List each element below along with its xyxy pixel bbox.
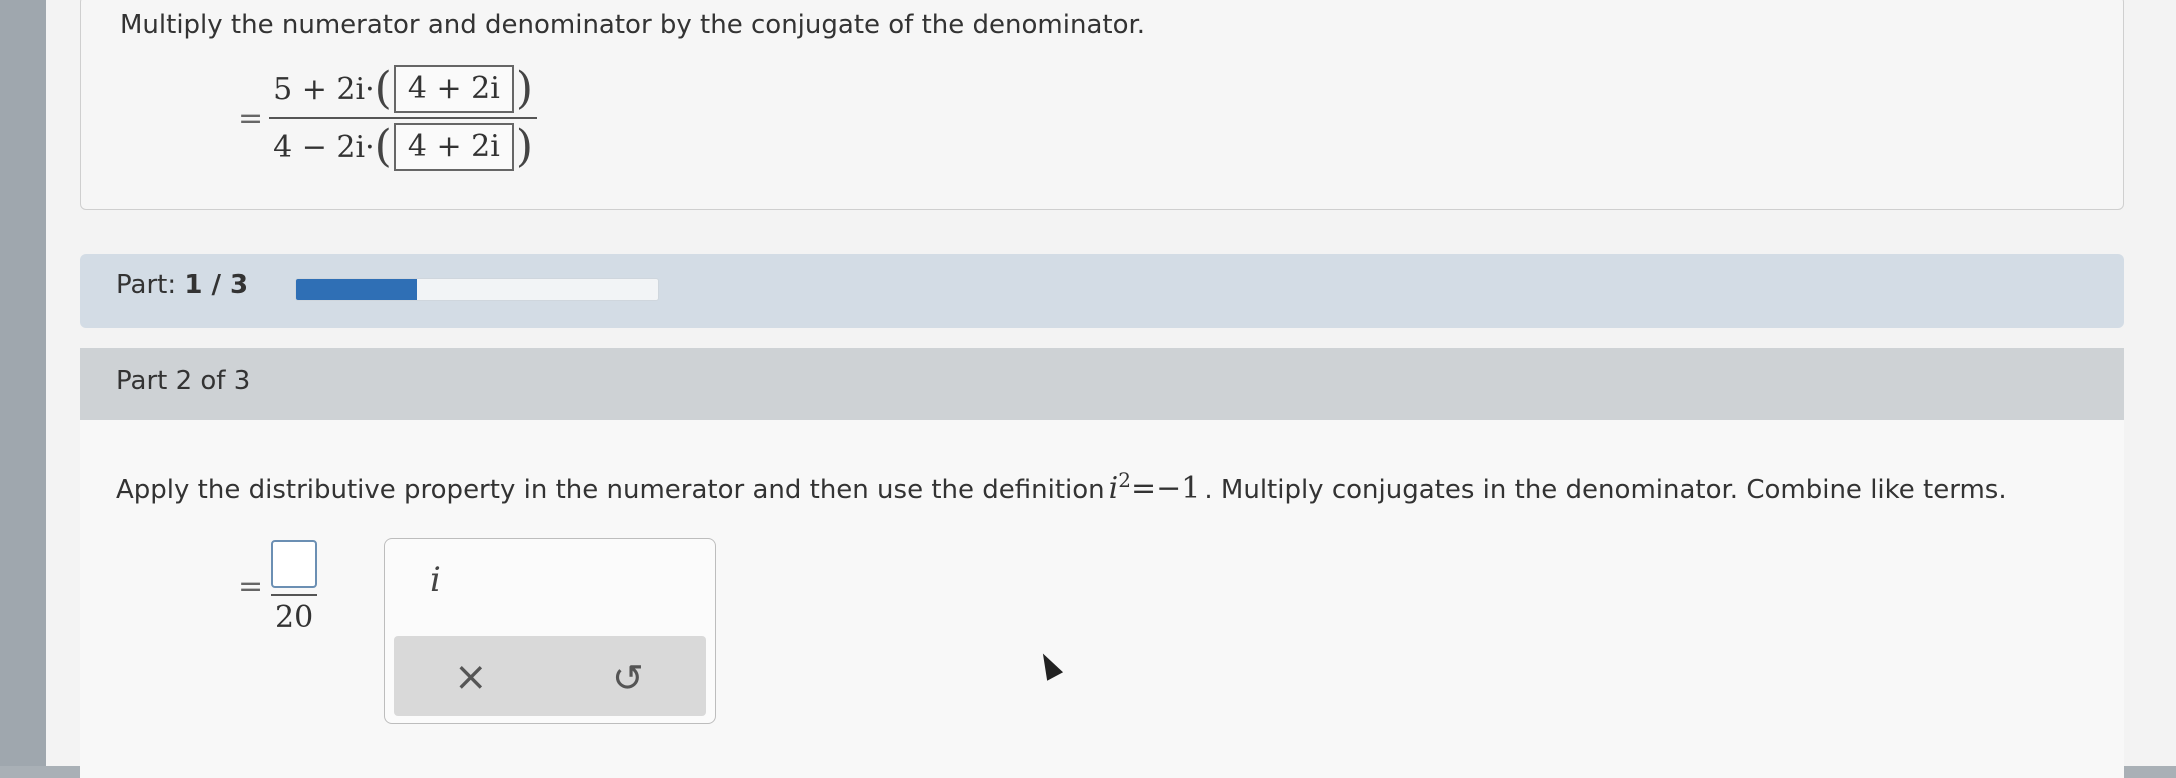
fraction-numerator: 5 + 2i· ( 4 + 2i ) [269, 65, 537, 113]
close-paren: ) [515, 63, 533, 114]
fraction-bar [269, 117, 537, 119]
open-paren: ( [374, 121, 392, 172]
fraction-denominator: 4 − 2i· ( 4 + 2i ) [269, 123, 537, 171]
fraction: 5 + 2i· ( 4 + 2i ) 4 − 2i· ( 4 + 2i ) [269, 65, 537, 171]
part-indicator: Part: 1 / 3 [116, 270, 248, 300]
keypad-action-row [394, 636, 706, 716]
numerator-conjugate-box: 4 + 2i [393, 65, 514, 113]
open-paren: ( [374, 63, 392, 114]
insert-i-button[interactable]: i [430, 560, 441, 600]
answer-denominator: 20 [275, 600, 314, 635]
conjugate-expression: = 5 + 2i· ( 4 + 2i ) 4 − 2i· ( 4 + 2i ) [238, 58, 537, 178]
denominator-conjugate-box: 4 + 2i [393, 123, 514, 171]
equals-minus-one: =−1 [1131, 471, 1201, 506]
progress-fill [296, 279, 417, 300]
instruction-text-after: . Multiply conjugates in the denominator… [1204, 475, 2007, 505]
answer-expression: = 20 [238, 538, 318, 635]
part-header-title: Part 2 of 3 [116, 366, 251, 396]
part-label: Part: [116, 270, 177, 300]
undo-icon[interactable]: ↺ [612, 656, 644, 700]
part-header [80, 348, 2124, 420]
answer-fraction: 20 [271, 538, 318, 635]
equals-sign: = [238, 569, 264, 604]
fraction-bar [271, 594, 318, 596]
exponent: 2 [1118, 468, 1131, 492]
step-instruction: Multiply the numerator and denominator b… [120, 10, 1146, 40]
numerator-input[interactable] [271, 540, 318, 588]
instruction-text-before: Apply the distributive property in the n… [116, 475, 1105, 505]
close-paren: ) [515, 121, 533, 172]
i-squared-definition: i2=−1 [1109, 468, 1201, 506]
numerator-term: 5 + 2i· [273, 71, 375, 107]
progress-track [295, 278, 659, 301]
denominator-term: 4 − 2i· [273, 129, 375, 165]
left-sidebar [0, 0, 46, 766]
part-count: 1 / 3 [184, 270, 249, 300]
equals-sign: = [238, 100, 264, 136]
clear-button[interactable]: × [454, 654, 488, 700]
part-instruction: Apply the distributive property in the n… [116, 468, 2007, 506]
i-symbol: i [1108, 471, 1119, 506]
